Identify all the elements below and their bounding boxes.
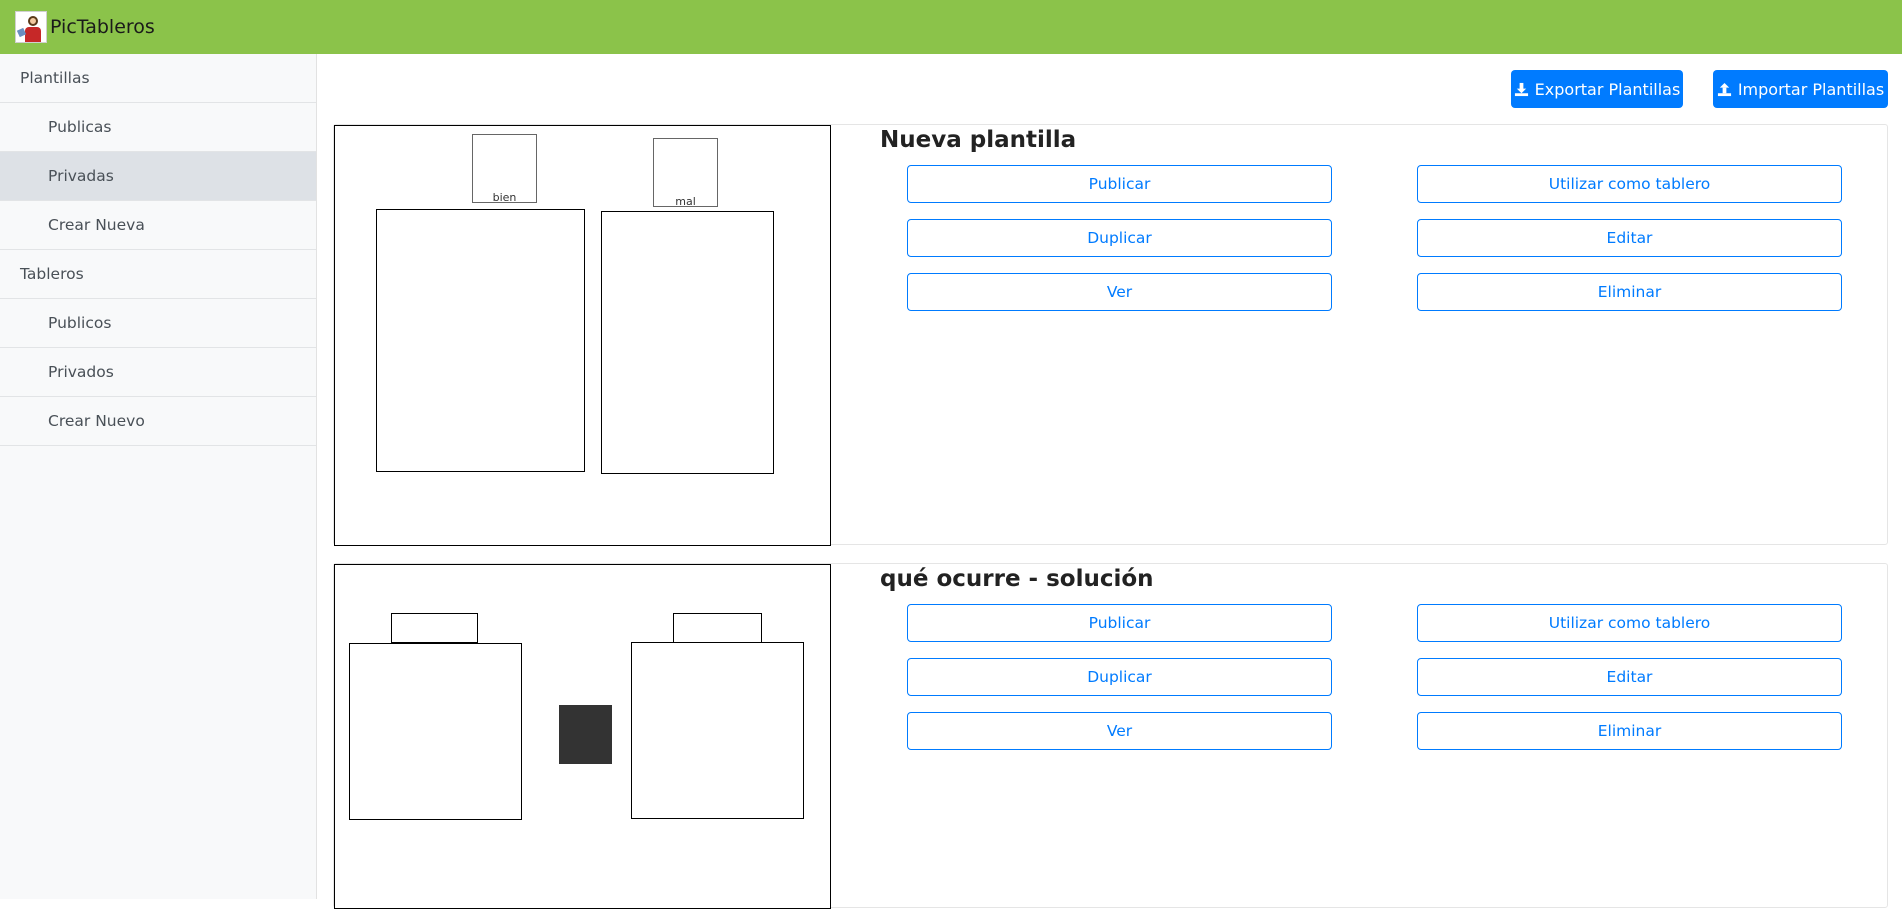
template-card: bien mal Nueva plantilla Publicar Utiliz… (333, 124, 1888, 546)
sidebar-section-tableros[interactable]: Tableros (0, 250, 316, 299)
sidebar-item-publicos[interactable]: Publicos (0, 299, 316, 348)
delete-button[interactable]: Eliminar (1417, 712, 1842, 750)
preview-label-box: bien (472, 134, 537, 204)
sidebar-item-crear-nuevo[interactable]: Crear Nuevo (0, 397, 316, 446)
upload-icon (1717, 82, 1731, 96)
sidebar: Plantillas Publicas Privadas Crear Nueva… (0, 54, 317, 899)
sidebar-item-privados[interactable]: Privados (0, 348, 316, 397)
preview-cell (376, 209, 585, 472)
sidebar-item-privadas[interactable]: Privadas (0, 152, 316, 201)
edit-button[interactable]: Editar (1417, 219, 1842, 257)
export-label: Exportar Plantillas (1534, 79, 1681, 99)
import-label: Importar Plantillas (1737, 79, 1885, 99)
preview-cell (631, 642, 804, 819)
download-icon (1514, 82, 1528, 96)
duplicate-button[interactable]: Duplicar (907, 658, 1332, 696)
template-title: qué ocurre - solución (880, 566, 1154, 592)
preview-label-box (391, 613, 478, 643)
duplicate-button[interactable]: Duplicar (907, 219, 1332, 257)
preview-label: mal (675, 195, 696, 208)
use-as-board-button[interactable]: Utilizar como tablero (1417, 165, 1842, 203)
import-templates-button[interactable]: Importar Plantillas (1713, 70, 1888, 108)
preview-cell (601, 211, 774, 474)
use-as-board-button[interactable]: Utilizar como tablero (1417, 604, 1842, 642)
view-button[interactable]: Ver (907, 273, 1332, 311)
delete-button[interactable]: Eliminar (1417, 273, 1842, 311)
top-navbar: PicTableros (0, 0, 1902, 54)
publish-button[interactable]: Publicar (907, 604, 1332, 642)
edit-button[interactable]: Editar (1417, 658, 1842, 696)
preview-label: bien (492, 191, 517, 204)
logo-icon[interactable] (15, 11, 47, 43)
brand-title[interactable]: PicTableros (50, 16, 155, 38)
preview-image-block (559, 705, 612, 764)
sidebar-section-plantillas[interactable]: Plantillas (0, 54, 316, 103)
template-preview[interactable]: bien mal (334, 125, 831, 546)
preview-label-box (673, 613, 762, 643)
publish-button[interactable]: Publicar (907, 165, 1332, 203)
export-templates-button[interactable]: Exportar Plantillas (1511, 70, 1683, 108)
preview-cell (349, 643, 522, 820)
sidebar-item-crear-nueva[interactable]: Crear Nueva (0, 201, 316, 250)
preview-label-box: mal (653, 138, 718, 208)
sidebar-item-publicas[interactable]: Publicas (0, 103, 316, 152)
main-content: Exportar Plantillas Importar Plantillas … (318, 54, 1902, 909)
view-button[interactable]: Ver (907, 712, 1332, 750)
template-title: Nueva plantilla (880, 127, 1077, 153)
template-preview[interactable] (334, 564, 831, 909)
template-card: qué ocurre - solución Publicar Utilizar … (333, 563, 1888, 909)
